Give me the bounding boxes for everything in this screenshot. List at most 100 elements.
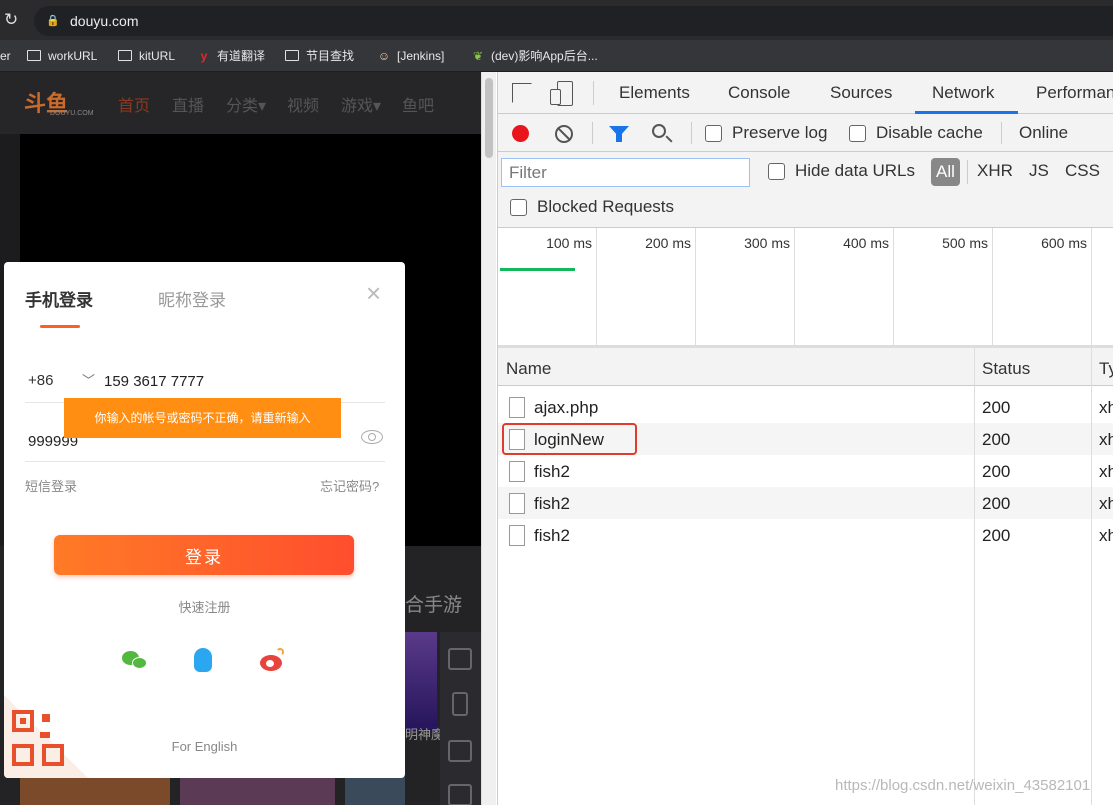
hide-data-urls-label: Hide data URLs bbox=[795, 161, 916, 180]
section-title: 合手游 bbox=[405, 595, 463, 616]
douyu-logo[interactable]: 斗鱼 DOUYU.COM bbox=[24, 86, 98, 120]
bookmark-jenkins[interactable]: ☺ [Jenkins] bbox=[376, 47, 445, 65]
login-button[interactable]: 登录 bbox=[54, 535, 354, 575]
request-status: 200 bbox=[982, 462, 1011, 481]
filter-all-button[interactable]: All bbox=[931, 158, 960, 186]
forgot-password-link[interactable]: 忘记密码? bbox=[320, 476, 379, 495]
sms-login-link[interactable]: 短信登录 bbox=[25, 476, 77, 495]
register-link[interactable]: 快速注册 bbox=[4, 597, 405, 616]
tab-performance[interactable]: Performan bbox=[1036, 83, 1113, 103]
table-row[interactable]: fish2 200 xh bbox=[498, 487, 1113, 519]
timeline-tick: 500 ms bbox=[942, 235, 988, 251]
reload-icon[interactable]: ↻ bbox=[4, 10, 24, 30]
filter-input[interactable] bbox=[501, 158, 750, 187]
phone-icon[interactable] bbox=[452, 692, 468, 716]
edit-icon[interactable] bbox=[448, 784, 472, 805]
bookmark-kiturl[interactable]: kitURL bbox=[118, 47, 175, 65]
nav-live[interactable]: 直播 bbox=[172, 92, 204, 116]
preserve-log-label: Preserve log bbox=[732, 123, 828, 142]
request-status: 200 bbox=[982, 494, 1011, 513]
network-overview-timeline[interactable]: 100 ms 200 ms 300 ms 400 ms 500 ms 600 m… bbox=[498, 228, 1113, 348]
request-name: fish2 bbox=[534, 462, 570, 481]
phone-input[interactable] bbox=[104, 370, 374, 392]
table-row[interactable]: fish2 200 xh bbox=[498, 519, 1113, 551]
column-type[interactable]: Ty bbox=[1099, 359, 1113, 379]
tab-nickname-login[interactable]: 昵称登录 bbox=[158, 286, 226, 311]
column-name[interactable]: Name bbox=[506, 359, 551, 379]
monitor-icon[interactable] bbox=[448, 648, 472, 670]
active-tab-indicator bbox=[40, 325, 80, 328]
watermark: https://blog.csdn.net/weixin_43582101 bbox=[835, 777, 1091, 794]
filter-xhr-button[interactable]: XHR bbox=[977, 161, 1013, 181]
bookmarks-bar: er workURL kitURL y 有道翻译 节目查找 ☺ [Jenkins] … bbox=[0, 40, 1113, 72]
file-icon bbox=[509, 493, 525, 514]
blocked-requests-checkbox[interactable] bbox=[510, 199, 527, 216]
table-header: Name Status Ty bbox=[498, 348, 1113, 386]
column-status[interactable]: Status bbox=[982, 359, 1030, 379]
search-icon[interactable] bbox=[652, 124, 666, 138]
bookmark-youdao[interactable]: y 有道翻译 bbox=[196, 47, 265, 65]
throttling-select[interactable]: Online bbox=[1019, 123, 1068, 143]
tab-phone-login[interactable]: 手机登录 bbox=[25, 286, 93, 311]
toolbar-separator bbox=[1001, 122, 1002, 144]
file-icon bbox=[509, 397, 525, 418]
file-icon bbox=[509, 525, 525, 546]
timeline-request-bar bbox=[500, 268, 575, 271]
nav-fishbar[interactable]: 鱼吧 bbox=[402, 92, 434, 116]
filter-js-button[interactable]: JS bbox=[1029, 161, 1049, 181]
qq-icon[interactable] bbox=[189, 647, 217, 675]
page-scrollbar[interactable] bbox=[481, 72, 496, 805]
request-type: xh bbox=[1099, 494, 1113, 513]
scrollbar-thumb[interactable] bbox=[485, 78, 493, 158]
filter-icon[interactable] bbox=[609, 126, 629, 142]
close-icon[interactable]: × bbox=[366, 280, 381, 306]
disable-cache-checkbox[interactable] bbox=[849, 125, 866, 142]
url-text: douyu.com bbox=[70, 13, 139, 29]
tab-console[interactable]: Console bbox=[728, 83, 790, 103]
record-icon[interactable] bbox=[512, 125, 529, 142]
nav-video[interactable]: 视频 bbox=[287, 92, 319, 116]
address-bar[interactable]: 🔒 douyu.com bbox=[34, 6, 1113, 36]
column-divider[interactable] bbox=[1091, 348, 1092, 805]
timeline-tick: 600 ms bbox=[1041, 235, 1087, 251]
lock-icon: 🔒 bbox=[46, 15, 60, 27]
tab-network[interactable]: Network bbox=[932, 83, 994, 103]
tab-elements[interactable]: Elements bbox=[619, 83, 690, 103]
bookmark-dev-admin[interactable]: ❦ (dev)影响App后台... bbox=[470, 47, 598, 65]
game-thumbnail[interactable] bbox=[405, 632, 437, 732]
nav-games[interactable]: 游戏▾ bbox=[341, 92, 381, 116]
chevron-down-icon[interactable]: ﹀ bbox=[82, 370, 95, 389]
nav-home[interactable]: 首页 bbox=[118, 92, 150, 116]
inspect-element-icon[interactable] bbox=[512, 83, 532, 103]
filter-bar: Hide data URLs All XHR JS CSS Blocked Re… bbox=[498, 152, 1113, 228]
side-toolbar bbox=[440, 632, 481, 805]
video-camera-icon[interactable] bbox=[448, 740, 472, 762]
wechat-icon[interactable] bbox=[122, 647, 150, 675]
tab-sources[interactable]: Sources bbox=[830, 83, 892, 103]
table-row[interactable]: fish2 200 xh bbox=[498, 455, 1113, 487]
nav-category[interactable]: 分类▾ bbox=[226, 92, 266, 116]
network-toolbar: Preserve log Disable cache Online bbox=[498, 114, 1113, 152]
country-code[interactable]: +86 bbox=[28, 372, 53, 389]
request-name: fish2 bbox=[534, 494, 570, 513]
device-toolbar-icon[interactable] bbox=[550, 81, 573, 106]
toolbar-separator bbox=[967, 160, 968, 184]
preserve-log-checkbox[interactable] bbox=[705, 125, 722, 142]
weibo-icon[interactable] bbox=[258, 647, 286, 675]
column-divider[interactable] bbox=[974, 348, 975, 805]
folder-icon bbox=[118, 50, 132, 61]
bookmark-item[interactable]: er bbox=[0, 47, 11, 65]
eye-icon[interactable] bbox=[361, 430, 383, 444]
hide-data-urls-checkbox[interactable] bbox=[768, 163, 785, 180]
for-english-link[interactable]: For English bbox=[4, 739, 405, 754]
filter-css-button[interactable]: CSS bbox=[1065, 161, 1100, 181]
bookmark-workurl[interactable]: workURL bbox=[27, 47, 97, 65]
request-type: xh bbox=[1099, 398, 1113, 417]
clear-icon[interactable] bbox=[555, 125, 573, 143]
table-row[interactable]: ajax.php 200 xh bbox=[498, 391, 1113, 423]
requests-table: Name Status Ty ajax.php 200 xh loginNew … bbox=[498, 348, 1113, 805]
error-tooltip: 你输入的帐号或密码不正确，请重新输入 bbox=[64, 398, 341, 438]
folder-icon bbox=[27, 50, 41, 61]
timeline-tick: 100 ms bbox=[546, 235, 592, 251]
bookmark-program-search[interactable]: 节目查找 bbox=[285, 47, 354, 65]
